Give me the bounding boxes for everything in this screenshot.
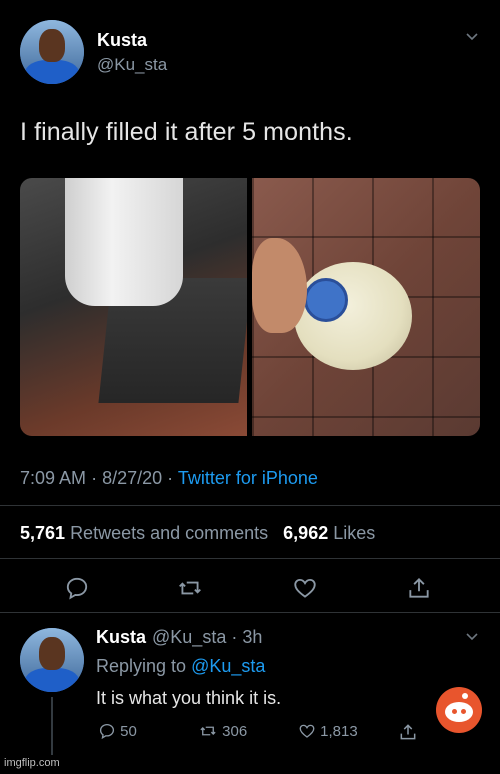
tweet-date: 8/27/20 — [102, 468, 163, 488]
retweets-count[interactable]: 5,761 — [20, 523, 65, 543]
tweet-meta: 7:09 AM · 8/27/20 · Twitter for iPhone — [20, 468, 318, 488]
likes-label[interactable]: Likes — [333, 523, 375, 543]
reddit-logo-icon — [436, 687, 482, 733]
retweets-label[interactable]: Retweets and comments — [70, 523, 268, 543]
retweet-icon — [200, 726, 216, 736]
chevron-down-icon[interactable] — [464, 628, 480, 649]
divider — [0, 558, 500, 559]
share-icon — [400, 724, 416, 740]
heart-icon — [299, 724, 315, 738]
tweet-time: 7:09 AM — [20, 468, 87, 488]
reply-icon[interactable] — [63, 575, 91, 603]
reply-share-action[interactable] — [398, 722, 418, 742]
reply-icon — [99, 723, 115, 740]
tweet-source-link[interactable]: Twitter for iPhone — [178, 468, 318, 488]
reply-like-action[interactable]: 1,813 — [298, 722, 358, 740]
thread-line — [51, 697, 53, 755]
divider — [0, 612, 500, 613]
author-avatar[interactable] — [20, 20, 84, 84]
reply-reply-count: 50 — [120, 723, 137, 740]
author-handle[interactable]: @Ku_sta — [97, 55, 167, 75]
heart-icon[interactable] — [291, 575, 319, 603]
tweet-media[interactable] — [20, 178, 480, 436]
tweet-screenshot: Kusta @Ku_sta I finally filled it after … — [0, 0, 500, 774]
reply-header: Kusta @Ku_sta · 3h — [96, 627, 263, 647]
reply-time[interactable]: 3h — [242, 627, 262, 647]
reply-retweet-action[interactable]: 306 — [198, 722, 247, 740]
reply-like-count: 1,813 — [320, 723, 358, 740]
imgflip-watermark: imgflip.com — [4, 757, 60, 769]
divider — [0, 505, 500, 506]
reply-author-avatar[interactable] — [20, 628, 84, 692]
tweet-actions — [0, 575, 500, 605]
tweet-text: I finally filled it after 5 months. — [20, 118, 353, 146]
media-image-left[interactable] — [20, 178, 252, 436]
chevron-down-icon[interactable] — [464, 28, 480, 49]
media-image-right[interactable] — [252, 178, 480, 436]
reply-author-name[interactable]: Kusta — [96, 627, 146, 647]
reply-text: It is what you think it is. — [96, 688, 282, 708]
reply-reply-action[interactable]: 50 — [98, 722, 137, 740]
replying-mention[interactable]: @Ku_sta — [191, 656, 265, 676]
replying-prefix: Replying to — [96, 656, 187, 676]
retweet-icon[interactable] — [176, 575, 204, 603]
reply-author-handle[interactable]: @Ku_sta — [152, 627, 226, 647]
share-icon[interactable] — [405, 575, 433, 603]
tweet-stats: 5,761 Retweets and comments 6,962 Likes — [20, 523, 375, 544]
replying-to: Replying to @Ku_sta — [96, 656, 265, 677]
likes-count[interactable]: 6,962 — [283, 523, 328, 543]
author-name[interactable]: Kusta — [97, 30, 147, 51]
reply-retweet-count: 306 — [222, 723, 248, 740]
